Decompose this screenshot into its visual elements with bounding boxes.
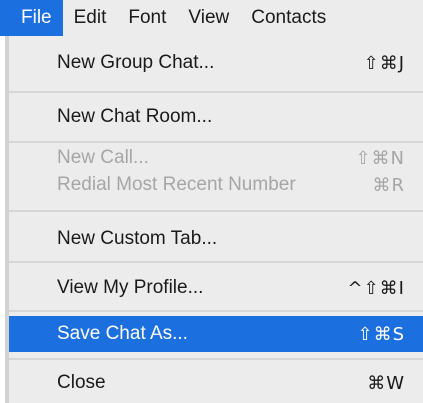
menu-item-label: Save Chat As... bbox=[57, 323, 188, 344]
menu-item-shortcut: ⇧⌘S bbox=[357, 323, 405, 345]
menu-item-label: New Custom Tab... bbox=[57, 228, 218, 249]
menu-separator bbox=[9, 210, 423, 212]
menu-item-view-my-profile[interactable]: View My Profile... ^⇧⌘I bbox=[9, 268, 423, 308]
menu-item-label: New Call... bbox=[57, 147, 149, 168]
menu-item-close[interactable]: Close ⌘W bbox=[9, 364, 423, 402]
menu-item-label: Close bbox=[57, 372, 106, 393]
menu-item-new-chat-room[interactable]: New Chat Room... bbox=[9, 97, 423, 137]
menu-item-shortcut: ⇧⌘N bbox=[355, 147, 405, 169]
window-edge bbox=[0, 36, 9, 403]
menu-separator bbox=[9, 261, 423, 263]
menu-bar: File Edit Font View Contacts bbox=[0, 0, 423, 36]
menu-separator bbox=[9, 91, 423, 93]
menu-view[interactable]: View bbox=[177, 0, 240, 36]
menu-item-label: New Chat Room... bbox=[57, 106, 213, 127]
menu-separator bbox=[9, 141, 423, 143]
menu-item-label: Redial Most Recent Number bbox=[57, 174, 296, 195]
menu-item-label: View My Profile... bbox=[57, 277, 204, 298]
menu-item-shortcut: ^⇧⌘I bbox=[347, 277, 405, 299]
menu-edit[interactable]: Edit bbox=[63, 0, 118, 36]
menu-item-save-chat-as[interactable]: Save Chat As... ⇧⌘S bbox=[9, 316, 423, 352]
menu-item-new-group-chat[interactable]: New Group Chat... ⇧⌘J bbox=[9, 40, 423, 86]
menu-item-redial-most-recent-number: Redial Most Recent Number ⌘R bbox=[9, 170, 423, 200]
menu-item-shortcut: ⌘R bbox=[372, 174, 405, 196]
menu-contacts[interactable]: Contacts bbox=[240, 0, 337, 36]
menu-item-shortcut: ⇧⌘J bbox=[363, 52, 405, 74]
menu-item-new-call: New Call... ⇧⌘N bbox=[9, 143, 423, 173]
menu-item-label: New Group Chat... bbox=[57, 52, 215, 73]
menu-item-shortcut: ⌘W bbox=[367, 372, 405, 394]
menu-font[interactable]: Font bbox=[117, 0, 177, 36]
menu-separator bbox=[9, 358, 423, 360]
menu-item-new-custom-tab[interactable]: New Custom Tab... bbox=[9, 219, 423, 259]
menu-separator bbox=[9, 310, 423, 312]
menu-file[interactable]: File bbox=[0, 0, 63, 36]
